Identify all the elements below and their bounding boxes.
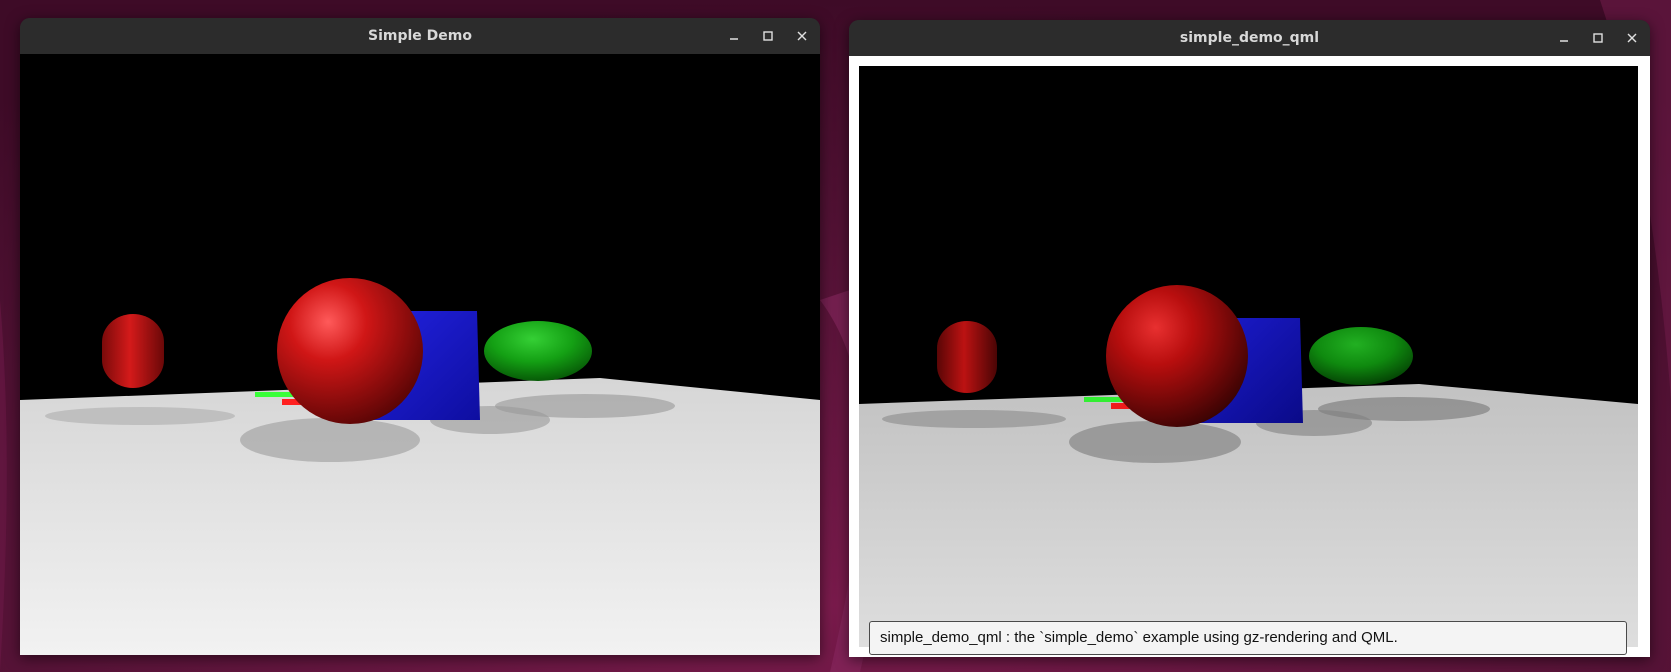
qml-client-area: simple_demo_qml : the `simple_demo` exam…: [849, 56, 1650, 657]
simple-demo-titlebar[interactable]: Simple Demo: [20, 18, 820, 54]
sphere: [277, 278, 423, 424]
simple-demo-qml-window: simple_demo_qml simple_demo_qml: the `s…: [849, 20, 1650, 657]
window-title: Simple Demo: [368, 28, 472, 44]
minimize-icon[interactable]: [1554, 28, 1574, 48]
capsule-shadow: [45, 407, 235, 425]
close-icon[interactable]: [1622, 28, 1642, 48]
capsule-shadow: [882, 410, 1066, 428]
simple-demo-qml-titlebar[interactable]: simple_demo_qml: [849, 20, 1650, 56]
3d-scene: [859, 66, 1638, 647]
sphere-shadow: [1069, 421, 1241, 463]
sphere: [1106, 285, 1248, 427]
minimize-icon[interactable]: [724, 26, 744, 46]
ellipsoid: [484, 321, 592, 381]
ellipsoid: [1309, 327, 1413, 385]
window-title: simple_demo_qml: [1179, 30, 1320, 46]
info-text-box: simple_demo_qml : the `simple_demo` exam…: [869, 621, 1627, 655]
sphere-shadow: [240, 418, 420, 462]
capsule: [102, 314, 164, 388]
maximize-icon[interactable]: [1588, 28, 1608, 48]
maximize-icon[interactable]: [758, 26, 778, 46]
render-viewport[interactable]: [20, 54, 820, 655]
close-icon[interactable]: [792, 26, 812, 46]
capsule: [937, 321, 997, 393]
render-viewport[interactable]: [859, 66, 1638, 647]
simple-demo-window: Simple Demo: [20, 18, 820, 655]
3d-scene: [20, 54, 820, 655]
